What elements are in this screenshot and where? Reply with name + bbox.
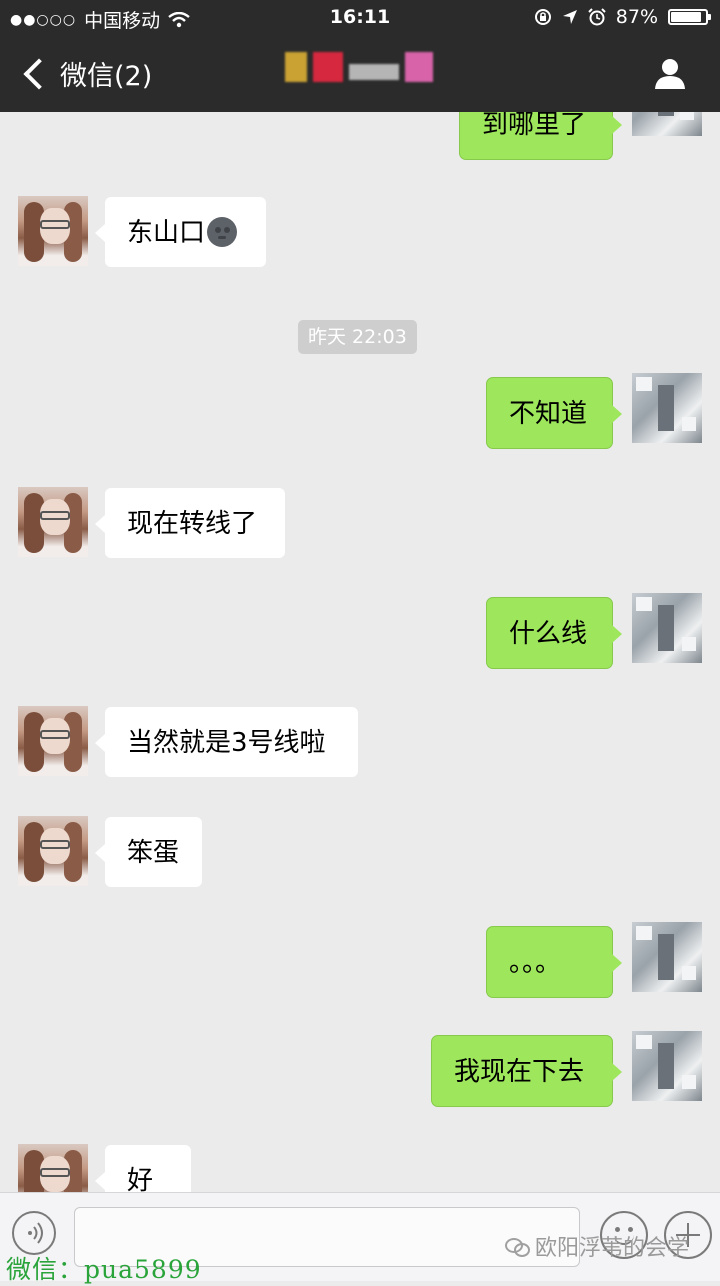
pixelated-title-block	[285, 52, 307, 82]
message-text: 我现在下去	[454, 1057, 585, 1087]
location-arrow-icon	[562, 10, 577, 24]
contact-avatar[interactable]	[18, 487, 88, 557]
sent-bubble[interactable]: 到哪里了	[459, 112, 622, 160]
timestamp-divider: 昨天 22:03	[298, 320, 417, 354]
message-text: 什么线	[509, 619, 588, 649]
my-avatar[interactable]	[632, 593, 702, 663]
received-bubble[interactable]: 东山口	[95, 196, 267, 268]
sent-bubble[interactable]: 什么线	[486, 597, 622, 669]
pixelated-title-block	[349, 64, 399, 80]
my-avatar[interactable]	[632, 112, 702, 136]
person-icon[interactable]	[654, 56, 686, 90]
sent-bubble[interactable]: 我现在下去	[431, 1035, 622, 1107]
message-text: 不知道	[509, 399, 588, 429]
wechat-logo-icon	[505, 1236, 530, 1257]
my-avatar[interactable]	[632, 922, 702, 992]
voice-icon	[28, 1222, 43, 1244]
my-avatar[interactable]	[632, 1031, 702, 1101]
pixelated-title-block	[405, 52, 433, 82]
received-bubble[interactable]: 现在转线了	[95, 487, 286, 559]
message-row: 好	[0, 1144, 720, 1192]
message-row: 东山口	[0, 196, 720, 276]
message-row: 当然就是3号线啦	[0, 706, 720, 786]
watermark-account: 欧阳浮苇的会学	[505, 1230, 689, 1262]
message-text: 当然就是3号线啦	[127, 728, 326, 758]
my-avatar[interactable]	[632, 373, 702, 443]
alarm-icon	[588, 8, 606, 26]
message-row: 什么线	[0, 593, 720, 677]
back-label: 微信(2)	[60, 61, 153, 92]
battery-icon	[668, 9, 711, 25]
rotation-lock-icon	[534, 9, 551, 25]
message-row: 到哪里了	[0, 112, 720, 172]
watermark-wechat-id: 微信：pua5899	[6, 1255, 202, 1284]
message-text: 现在转线了	[127, 509, 258, 539]
status-bar: ●●○○○ 中国移动 16:11 87%	[0, 0, 720, 36]
chat-messages[interactable]: 到哪里了 东山口 昨天 22:03 不知道 现在转线了 什么线 当然就是3号线啦…	[0, 112, 720, 1192]
received-bubble[interactable]: 当然就是3号线啦	[95, 706, 359, 778]
voice-input-button[interactable]	[12, 1211, 56, 1255]
contact-avatar[interactable]	[18, 706, 88, 776]
message-text: 到哪里了	[482, 112, 587, 140]
sent-bubble[interactable]: 不知道	[486, 377, 622, 449]
chevron-left-icon	[23, 57, 55, 90]
chat-header: 微信(2)	[0, 36, 720, 112]
watermark-account-text: 欧阳浮苇的会学	[535, 1236, 690, 1261]
message-text: 笨蛋	[127, 838, 180, 868]
battery-percent: 87%	[615, 6, 658, 28]
message-text: 东山口	[127, 218, 206, 248]
contact-avatar[interactable]	[18, 196, 88, 266]
message-text: 好	[127, 1166, 154, 1192]
received-bubble[interactable]: 笨蛋	[95, 816, 203, 888]
back-button[interactable]: 微信(2)	[22, 54, 152, 93]
pixelated-title-block	[313, 52, 343, 82]
message-row: 笨蛋	[0, 816, 720, 896]
message-row: 不知道	[0, 373, 720, 457]
message-row: 我现在下去	[0, 1031, 720, 1115]
chat-title-pixelated	[285, 52, 433, 82]
sent-bubble[interactable]: 。。。	[486, 926, 622, 998]
contact-avatar[interactable]	[18, 1144, 88, 1192]
new-moon-face-icon	[207, 216, 238, 247]
contact-avatar[interactable]	[18, 816, 88, 886]
message-row: 现在转线了	[0, 487, 720, 567]
message-text: 。。。	[509, 948, 562, 978]
received-bubble[interactable]: 好	[95, 1144, 192, 1192]
message-row: 。。。	[0, 922, 720, 1006]
